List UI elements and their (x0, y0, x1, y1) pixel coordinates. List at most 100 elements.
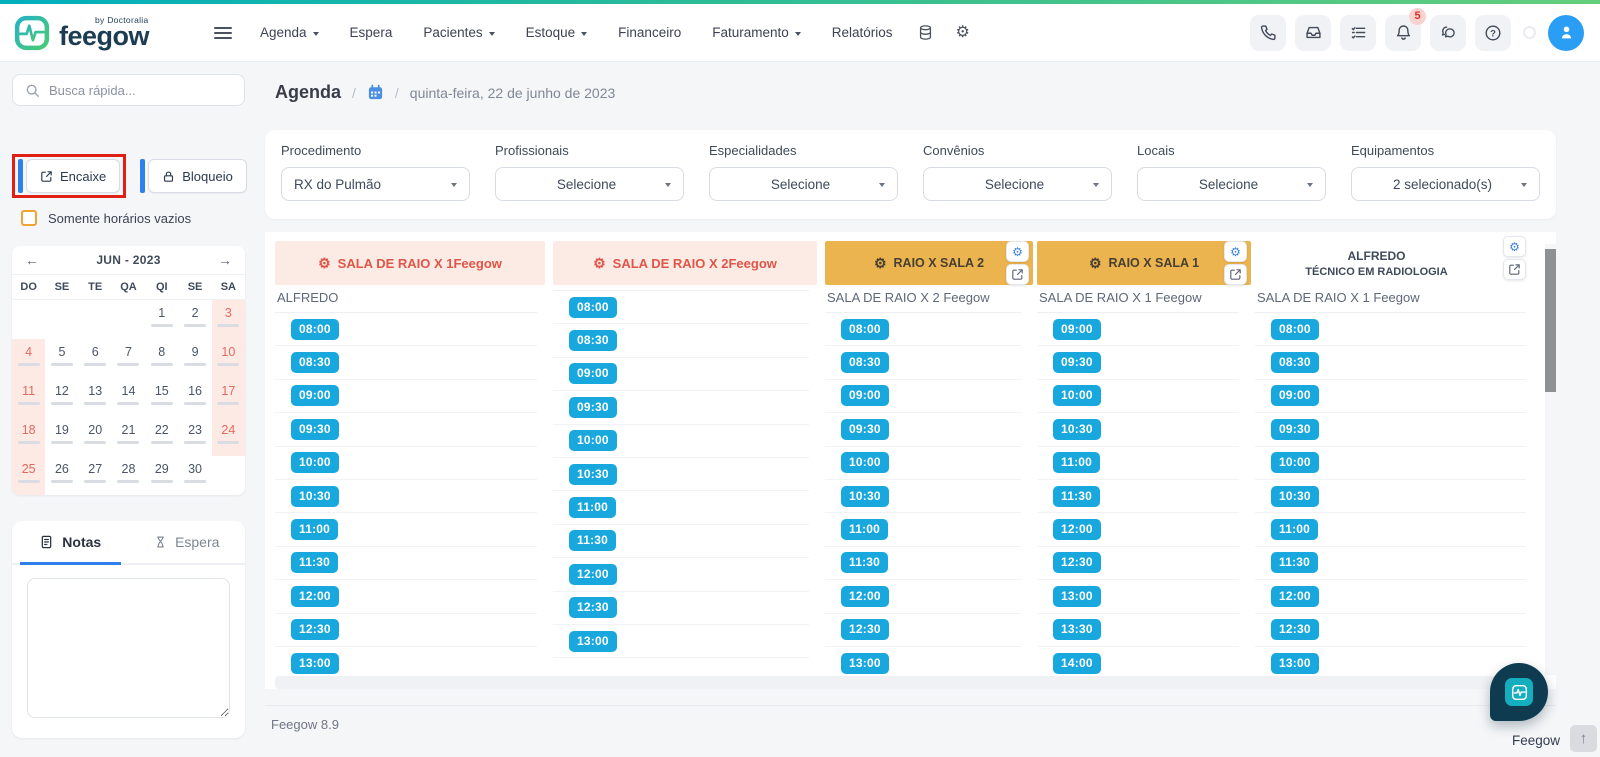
time-slot-button[interactable]: 11:00 (1053, 452, 1101, 474)
calendar-day[interactable]: 15 (145, 378, 179, 417)
search-input[interactable] (49, 82, 232, 98)
time-slot-button[interactable]: 10:30 (1271, 485, 1319, 507)
vertical-scrollbar-thumb[interactable] (1545, 249, 1556, 392)
calendar-day[interactable]: 25 (12, 456, 46, 495)
calendar-day[interactable]: 16 (178, 378, 212, 417)
calendar-day[interactable]: 19 (45, 417, 79, 456)
time-slot-button[interactable]: 13:30 (1053, 619, 1101, 641)
calendar-day[interactable]: 7 (111, 339, 146, 378)
help-button[interactable]: ? (1475, 14, 1511, 51)
time-slot-button[interactable]: 09:00 (1053, 318, 1101, 340)
time-slot-button[interactable]: 09:30 (1271, 418, 1319, 440)
nav-item-espera[interactable]: Espera (350, 25, 393, 40)
prev-month-button[interactable]: ← (25, 253, 39, 267)
calendar-day[interactable]: 11 (12, 378, 46, 417)
feegow-logo[interactable]: by Doctoralia feegow (14, 15, 202, 51)
time-slot-button[interactable]: 08:00 (569, 296, 617, 318)
tasks-button[interactable] (1340, 14, 1376, 51)
time-slot-button[interactable]: 09:00 (841, 385, 889, 407)
nav-item-financeiro[interactable]: Financeiro (618, 25, 681, 40)
nav-item-relatorios[interactable]: Relatórios (832, 25, 893, 40)
time-slot-button[interactable]: 08:00 (1271, 318, 1319, 340)
time-slot-button[interactable]: 11:00 (291, 519, 339, 541)
calendar-day[interactable]: 14 (111, 378, 146, 417)
time-slot-button[interactable]: 08:00 (291, 318, 339, 340)
calendar-day[interactable]: 18 (12, 417, 46, 456)
notifications-button[interactable]: 5 (1385, 7, 1426, 51)
nav-item-pacientes[interactable]: Pacientes (423, 25, 495, 40)
bloqueio-button[interactable]: Bloqueio (140, 159, 247, 193)
time-slot-button[interactable]: 09:00 (291, 385, 339, 407)
time-slot-button[interactable]: 11:30 (1053, 485, 1101, 507)
calendar-day[interactable]: 22 (145, 417, 179, 456)
time-slot-button[interactable]: 11:30 (841, 552, 889, 574)
chat-button[interactable] (1430, 14, 1466, 51)
time-slot-button[interactable]: 12:30 (1053, 552, 1101, 574)
calendar-day[interactable]: 1 (145, 300, 179, 339)
time-slot-button[interactable]: 08:30 (569, 330, 617, 352)
column-settings-button[interactable]: ⚙ (1503, 236, 1526, 257)
notes-textarea[interactable] (27, 578, 230, 718)
time-slot-button[interactable]: 13:00 (841, 652, 889, 674)
filter-select[interactable]: Selecione (495, 167, 684, 201)
column-open-button[interactable] (1503, 259, 1526, 280)
time-slot-button[interactable]: 12:30 (1271, 619, 1319, 641)
time-slot-button[interactable]: 11:30 (569, 530, 617, 552)
empty-slots-checkbox[interactable] (21, 210, 37, 226)
calendar-day[interactable]: 5 (45, 339, 79, 378)
calendar-day[interactable]: 8 (145, 339, 179, 378)
feegow-chat-fab[interactable] (1490, 663, 1548, 721)
time-slot-button[interactable]: 10:00 (569, 430, 617, 452)
calendar-day[interactable]: 12 (45, 378, 79, 417)
column-settings-button[interactable]: ⚙ (1224, 241, 1247, 262)
time-slot-button[interactable]: 12:00 (569, 563, 617, 585)
time-slot-button[interactable]: 09:30 (1053, 352, 1101, 374)
filter-select[interactable]: Selecione (1137, 167, 1326, 201)
scroll-to-top-button[interactable]: ↑ (1570, 725, 1597, 752)
calendar-day[interactable]: 26 (45, 456, 79, 495)
calendar-day[interactable]: 3 (211, 300, 245, 339)
time-slot-button[interactable]: 13:00 (291, 652, 339, 674)
calendar-icon[interactable] (367, 84, 384, 101)
time-slot-button[interactable]: 11:00 (841, 519, 889, 541)
time-slot-button[interactable]: 10:00 (291, 452, 339, 474)
time-slot-button[interactable]: 09:30 (291, 418, 339, 440)
settings-gear-icon[interactable]: ⚙ (956, 24, 970, 41)
time-slot-button[interactable]: 12:00 (841, 585, 889, 607)
vertical-scrollbar[interactable] (1545, 244, 1556, 675)
time-slot-button[interactable]: 11:00 (569, 497, 617, 519)
time-slot-button[interactable]: 10:00 (1053, 385, 1101, 407)
nav-item-estoque[interactable]: Estoque (526, 25, 588, 40)
calendar-day[interactable]: 29 (145, 456, 179, 495)
calendar-day[interactable]: 17 (211, 378, 245, 417)
phone-button[interactable] (1250, 14, 1286, 51)
time-slot-button[interactable]: 10:00 (1271, 452, 1319, 474)
time-slot-button[interactable]: 13:00 (1053, 585, 1101, 607)
filter-select[interactable]: 2 selecionado(s) (1351, 167, 1540, 201)
tab-notas[interactable]: Notas (12, 521, 129, 565)
calendar-day[interactable]: 10 (211, 339, 245, 378)
calendar-day[interactable]: 2 (178, 300, 212, 339)
time-slot-button[interactable]: 09:30 (841, 418, 889, 440)
calendar-day[interactable]: 13 (78, 378, 112, 417)
time-slot-button[interactable]: 12:30 (569, 597, 617, 619)
time-slot-button[interactable]: 08:30 (1271, 352, 1319, 374)
calendar-day[interactable]: 21 (111, 417, 146, 456)
nav-item-agenda[interactable]: Agenda (260, 25, 319, 40)
calendar-day[interactable]: 23 (178, 417, 212, 456)
calendar-day[interactable]: 28 (111, 456, 146, 495)
time-slot-button[interactable]: 08:00 (841, 318, 889, 340)
time-slot-button[interactable]: 10:30 (841, 485, 889, 507)
calendar-day[interactable]: 24 (211, 417, 245, 456)
horizontal-scrollbar[interactable] (275, 676, 1536, 689)
tab-espera[interactable]: Espera (129, 521, 246, 563)
calendar-day[interactable]: 6 (78, 339, 112, 378)
time-slot-button[interactable]: 11:30 (1271, 552, 1319, 574)
time-slot-button[interactable]: 12:00 (291, 585, 339, 607)
database-icon[interactable] (917, 24, 934, 41)
next-month-button[interactable]: → (218, 253, 232, 267)
inbox-button[interactable] (1295, 14, 1331, 51)
time-slot-button[interactable]: 11:00 (1271, 519, 1319, 541)
time-slot-button[interactable]: 09:00 (1271, 385, 1319, 407)
time-slot-button[interactable]: 13:00 (569, 630, 617, 652)
